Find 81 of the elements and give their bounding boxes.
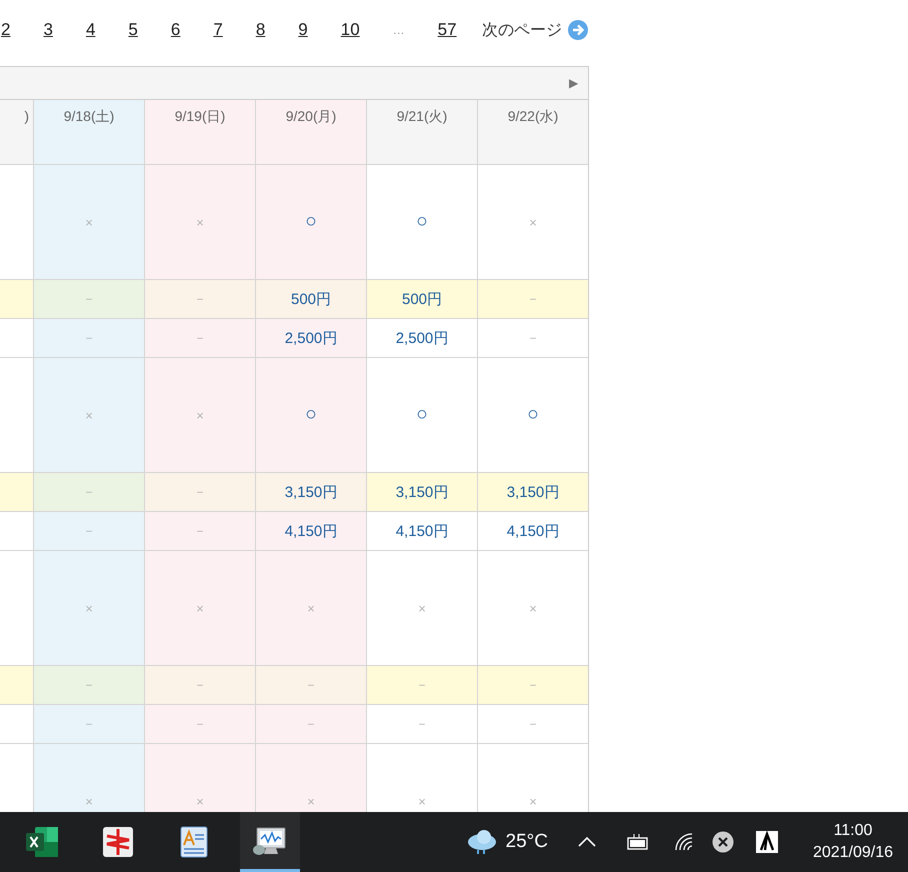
table-cell: － bbox=[144, 473, 255, 512]
table-cell: × bbox=[255, 551, 366, 666]
table-cell: × bbox=[33, 744, 144, 812]
table-cell: ○ bbox=[255, 358, 366, 473]
close-circle-icon[interactable] bbox=[712, 831, 734, 853]
page-link[interactable]: 7 bbox=[213, 20, 223, 40]
battery-icon[interactable] bbox=[626, 833, 650, 851]
monitor-icon[interactable] bbox=[252, 826, 288, 858]
table-cell: ○ bbox=[255, 165, 366, 280]
table-cell: － bbox=[144, 705, 255, 744]
table-cell: － bbox=[33, 319, 144, 358]
page-link[interactable]: 57 bbox=[438, 20, 457, 40]
table-cell: － bbox=[477, 280, 588, 319]
table-cell: × bbox=[144, 551, 255, 666]
page-link[interactable]: 5 bbox=[128, 20, 138, 40]
next-page-link[interactable]: 次のページ bbox=[482, 20, 562, 40]
page-link[interactable]: 9 bbox=[298, 20, 308, 40]
table-cell: × bbox=[144, 358, 255, 473]
wifi-icon[interactable] bbox=[674, 832, 694, 852]
table-cell: － bbox=[477, 666, 588, 705]
page-link[interactable]: 6 bbox=[170, 20, 180, 40]
table-cell: － bbox=[33, 473, 144, 512]
table-cell: － bbox=[366, 705, 477, 744]
arrow-right-icon[interactable] bbox=[568, 20, 588, 40]
table-cell: × bbox=[477, 551, 588, 666]
table-cell: － bbox=[255, 666, 366, 705]
column-header: 9/22(水) bbox=[477, 100, 588, 165]
table-cell: － bbox=[33, 280, 144, 319]
table-cell: × bbox=[33, 551, 144, 666]
weather-cloud-icon[interactable] bbox=[466, 829, 498, 855]
chevron-up-icon[interactable] bbox=[578, 837, 596, 847]
table-cell: 500円 bbox=[366, 280, 477, 319]
table-cell: × bbox=[366, 551, 477, 666]
table-cell: － bbox=[144, 280, 255, 319]
page-link[interactable]: 8 bbox=[256, 20, 266, 40]
table-cell: 3,150円 bbox=[477, 473, 588, 512]
table-cell: － bbox=[144, 666, 255, 705]
table-cell: － bbox=[33, 666, 144, 705]
table-cell: × bbox=[255, 744, 366, 812]
table-cell: × bbox=[33, 358, 144, 473]
clock-time[interactable]: 11:00 bbox=[834, 822, 872, 840]
table-cell: × bbox=[33, 165, 144, 280]
table-cell: ○ bbox=[366, 165, 477, 280]
table-cell: 2,500円 bbox=[255, 319, 366, 358]
temperature-text[interactable]: 25°C bbox=[506, 831, 548, 853]
table-cell: － bbox=[33, 705, 144, 744]
font-a-icon[interactable] bbox=[756, 831, 778, 853]
document-icon[interactable] bbox=[178, 825, 210, 859]
table-cell: 4,150円 bbox=[366, 512, 477, 551]
table-cell: 4,150円 bbox=[255, 512, 366, 551]
table-cell: － bbox=[33, 512, 144, 551]
table-cell: ○ bbox=[477, 358, 588, 473]
page-link[interactable]: 10 bbox=[340, 20, 360, 40]
column-header: ) bbox=[0, 100, 33, 165]
app-icon[interactable] bbox=[102, 826, 134, 858]
table-cell: － bbox=[477, 705, 588, 744]
clock-date[interactable]: 2021/09/16 bbox=[812, 844, 894, 862]
table-cell: － bbox=[144, 319, 255, 358]
scroll-right-button[interactable]: ▶ bbox=[569, 76, 578, 90]
table-cell: 4,150円 bbox=[477, 512, 588, 551]
table-cell: 500円 bbox=[255, 280, 366, 319]
table-cell: 3,150円 bbox=[255, 473, 366, 512]
column-header: 9/19(日) bbox=[144, 100, 255, 165]
ellipsis: … bbox=[392, 23, 405, 37]
table-cell: － bbox=[255, 705, 366, 744]
table-cell: － bbox=[144, 512, 255, 551]
table-cell: 3,150円 bbox=[366, 473, 477, 512]
table-cell: ○ bbox=[366, 358, 477, 473]
table-cell: × bbox=[477, 165, 588, 280]
table-cell: 2,500円 bbox=[366, 319, 477, 358]
page-link[interactable]: 3 bbox=[43, 20, 53, 40]
page-link[interactable]: 4 bbox=[86, 20, 96, 40]
table-cell: × bbox=[144, 165, 255, 280]
table-cell: － bbox=[366, 666, 477, 705]
column-header: 9/20(月) bbox=[255, 100, 366, 165]
column-header: 9/21(火) bbox=[366, 100, 477, 165]
column-header: 9/18(土) bbox=[33, 100, 144, 165]
table-cell: × bbox=[144, 744, 255, 812]
table-cell: － bbox=[477, 319, 588, 358]
spreadsheet-icon[interactable] bbox=[25, 826, 59, 858]
page-link[interactable]: 2 bbox=[1, 20, 10, 40]
